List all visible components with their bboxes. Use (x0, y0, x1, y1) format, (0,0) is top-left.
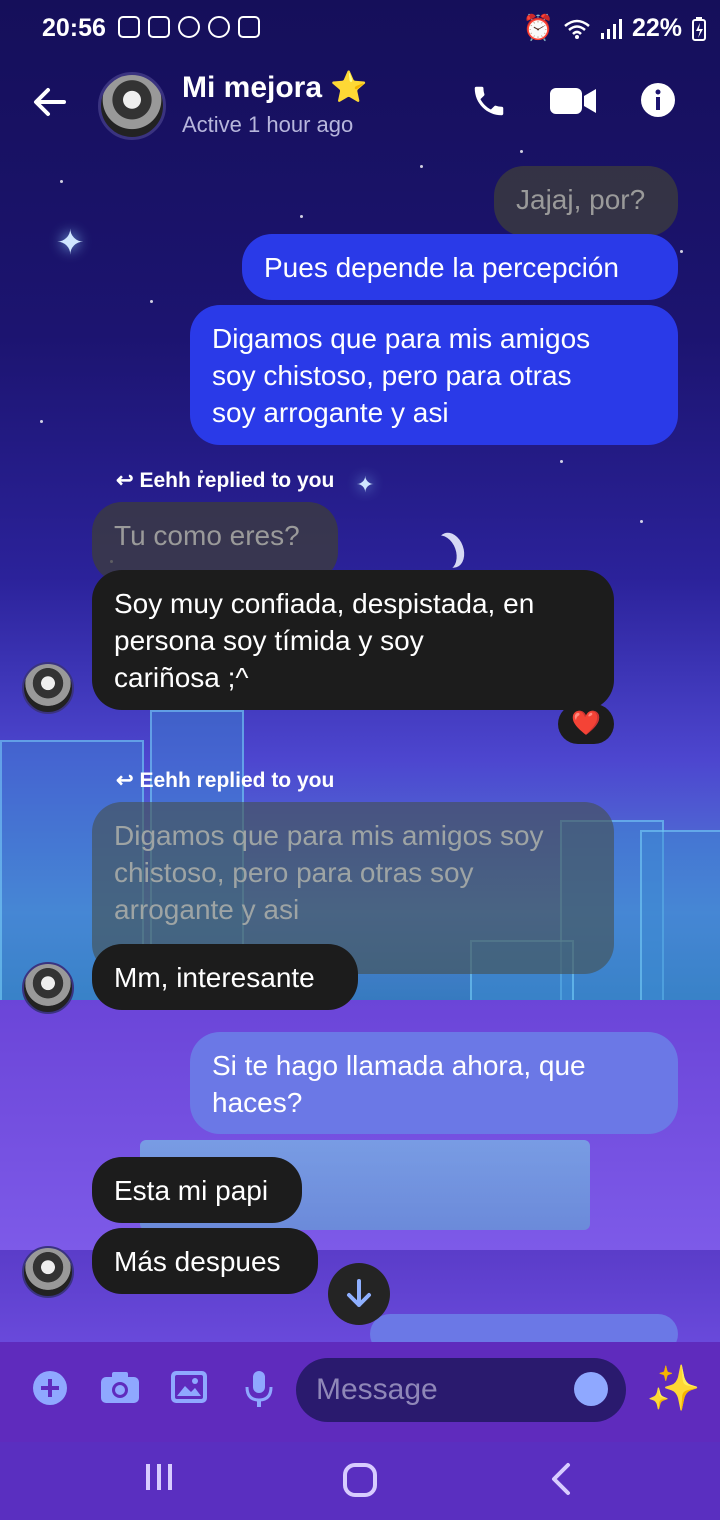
sender-avatar[interactable] (22, 1246, 74, 1298)
recent-apps-icon[interactable] (144, 1462, 174, 1499)
system-nav-bar (0, 1442, 720, 1520)
status-time: 20:56 (42, 14, 106, 42)
message-bubble-incoming[interactable]: Mm, interesante (92, 944, 358, 1010)
alarm-icon: ⏰ (522, 14, 554, 42)
sparkle-star-icon: ✦ (56, 224, 85, 262)
contact-name-text: Mi mejora (182, 71, 323, 104)
reply-label-text: Eehh replied to you (139, 769, 335, 792)
message-bubble-outgoing[interactable]: Digamos que para mis amigos soy chistoso… (190, 305, 678, 445)
signal-icon (600, 18, 622, 39)
video-call-icon[interactable] (550, 86, 596, 121)
chat-header: Mi mejora ⭐ Active 1 hour ago (0, 56, 720, 152)
plus-circle-icon[interactable] (32, 1370, 68, 1415)
sender-avatar[interactable] (22, 962, 74, 1014)
message-bubble-incoming[interactable]: Esta mi papi (92, 1157, 302, 1223)
message-bubble-quoted[interactable]: Jajaj, por? (494, 166, 678, 236)
phone-call-icon[interactable] (470, 82, 508, 125)
system-indicators: ⏰ 22% (523, 14, 706, 43)
battery-charging-icon (692, 16, 706, 41)
battery-percent: 22% (631, 14, 682, 42)
camera-icon[interactable] (100, 1370, 140, 1413)
message-bubble-outgoing[interactable]: Si te hago llamada ahora, que haces? (190, 1032, 678, 1134)
notification-icons (118, 16, 260, 38)
reply-indicator: ↩ Eehh replied to you (116, 468, 334, 493)
scroll-down-button[interactable] (328, 1263, 390, 1325)
gallery-icon[interactable] (170, 1370, 208, 1413)
back-nav-icon[interactable] (550, 1462, 572, 1503)
reaction-heart[interactable]: ❤️ (558, 704, 614, 744)
reply-label-text: Eehh replied to you (139, 469, 335, 492)
contact-status: Active 1 hour ago (182, 112, 354, 137)
message-bubble-incoming[interactable]: Más despues (92, 1228, 318, 1294)
star-icon: ⭐ (330, 71, 368, 104)
emoji-icon[interactable] (574, 1372, 608, 1406)
app-icon (148, 16, 170, 38)
sparkles-icon[interactable]: ✨ (646, 1364, 701, 1414)
sender-avatar[interactable] (22, 662, 74, 714)
gallery-icon (238, 16, 260, 38)
chat-screen: ✦ ✦ 20:56 ⏰ 22% Mi mejora ⭐ Active 1 hou… (0, 0, 720, 1520)
reply-indicator: ↩ Eehh replied to you (116, 768, 334, 793)
wifi-icon (564, 19, 590, 39)
microphone-icon[interactable] (244, 1370, 274, 1417)
message-placeholder: Message (316, 1373, 438, 1406)
reply-arrow-icon: ↩ (116, 469, 134, 492)
back-arrow-icon[interactable] (32, 84, 68, 127)
info-icon[interactable] (640, 82, 676, 123)
alarm-icon (208, 16, 230, 38)
moon-decoration (425, 532, 462, 575)
youtube-icon (118, 16, 140, 38)
contact-avatar[interactable] (98, 72, 166, 140)
message-input[interactable]: Message (296, 1358, 626, 1422)
composer-bar: Message ✨ (0, 1342, 720, 1442)
reply-arrow-icon: ↩ (116, 769, 134, 792)
status-bar: 20:56 ⏰ 22% (0, 0, 720, 56)
arrow-down-icon (347, 1279, 371, 1307)
contact-name[interactable]: Mi mejora ⭐ (182, 70, 368, 105)
message-bubble-incoming[interactable]: Soy muy confiada, despistada, en persona… (92, 570, 614, 710)
sparkle-star-icon: ✦ (356, 472, 375, 497)
messenger-icon (178, 16, 200, 38)
message-bubble-outgoing[interactable]: Pues depende la percepción (242, 234, 678, 300)
home-icon[interactable] (342, 1462, 378, 1505)
